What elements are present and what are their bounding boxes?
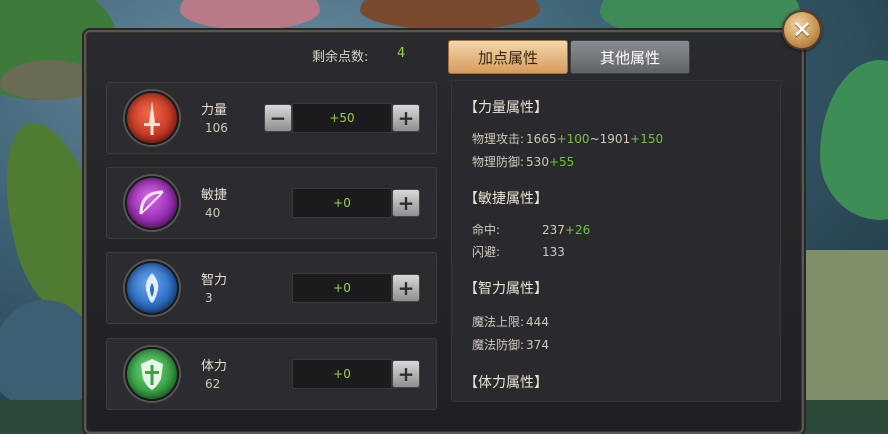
tab-other-attributes[interactable]: 其他属性: [570, 40, 690, 74]
increase-strength-button[interactable]: +: [392, 104, 420, 132]
increase-intellect-button[interactable]: +: [392, 274, 420, 302]
agility-bow-emblem-icon: [125, 176, 179, 230]
attr-bonus: +100: [556, 132, 590, 146]
attr-value: 133: [542, 245, 565, 259]
remaining-points-label: 剩余点数:: [312, 50, 369, 65]
stone-path: [800, 250, 888, 400]
attr-label: 魔法上限:: [472, 315, 525, 329]
tab-allocate-attributes[interactable]: 加点属性: [448, 40, 568, 74]
strength-sword-emblem-icon: [125, 91, 179, 145]
increase-stamina-button[interactable]: +: [392, 360, 420, 388]
stamina-points-delta: +0: [292, 359, 392, 389]
stamina-shield-emblem-icon: [125, 347, 179, 401]
stat-name: 敏捷: [201, 188, 228, 203]
attr-bonus: +150: [630, 132, 664, 146]
decrease-strength-button[interactable]: −: [264, 104, 292, 132]
section-title-strength: 【力量属性】: [464, 100, 548, 116]
attr-dodge: 闪避: 133: [472, 243, 565, 260]
tab-label: 其他属性: [599, 48, 660, 67]
attr-value: 237: [542, 223, 565, 237]
remaining-points-value: 4: [397, 46, 406, 61]
tab-label: 加点属性: [477, 48, 538, 67]
plus-icon: +: [397, 276, 415, 300]
attr-hit: 命中: 237+26: [472, 221, 590, 238]
section-title-stamina: 【体力属性】: [464, 375, 548, 391]
attribute-details-panel: [451, 80, 781, 402]
agility-points-delta: +0: [292, 188, 392, 218]
attr-value: 1665: [526, 132, 557, 146]
attr-value: 530: [526, 155, 549, 169]
stat-name: 力量: [201, 103, 228, 118]
plus-icon: +: [397, 362, 415, 386]
attr-magic-defense: 魔法防御: 374: [472, 336, 549, 353]
section-title-agility: 【敏捷属性】: [464, 191, 548, 207]
section-title-intellect: 【智力属性】: [464, 281, 548, 297]
stat-value: 3: [205, 291, 213, 305]
attr-physical-defense: 物理防御: 530+55: [472, 153, 574, 170]
attr-label: 魔法防御:: [472, 338, 525, 352]
stat-name: 体力: [201, 359, 228, 374]
stat-row-strength: 力量 106 − +50 +: [106, 82, 437, 154]
attr-label: 物理攻击:: [472, 132, 525, 146]
stat-value: 106: [205, 121, 228, 135]
intellect-flame-emblem-icon: [125, 261, 179, 315]
attr-label: 命中:: [472, 223, 501, 237]
stat-name: 智力: [201, 273, 228, 288]
strength-points-delta: +50: [292, 103, 392, 133]
minus-icon: −: [269, 106, 287, 130]
attr-bonus: +55: [548, 155, 575, 169]
range-separator: ~: [589, 132, 600, 146]
increase-agility-button[interactable]: +: [392, 189, 420, 217]
attr-value: 1901: [599, 132, 631, 146]
attr-value: 374: [526, 338, 549, 352]
attr-value: 444: [526, 315, 549, 329]
attr-label: 闪避:: [472, 245, 501, 259]
plus-icon: +: [397, 191, 415, 215]
close-icon: ✕: [791, 16, 813, 44]
close-button[interactable]: ✕: [782, 10, 822, 50]
attr-physical-attack: 物理攻击: 1665+100~1901+150: [472, 130, 663, 147]
stat-value: 40: [205, 206, 221, 220]
stat-row-stamina: 体力 62 +0 +: [106, 338, 437, 410]
stat-value: 62: [205, 377, 221, 391]
attr-mana-max: 魔法上限: 444: [472, 313, 549, 330]
stat-row-intellect: 智力 3 +0 +: [106, 252, 437, 324]
stat-row-agility: 敏捷 40 +0 +: [106, 167, 437, 239]
attr-label: 物理防御:: [472, 155, 525, 169]
attr-bonus: +26: [564, 223, 591, 237]
intellect-points-delta: +0: [292, 273, 392, 303]
plus-icon: +: [397, 106, 415, 130]
